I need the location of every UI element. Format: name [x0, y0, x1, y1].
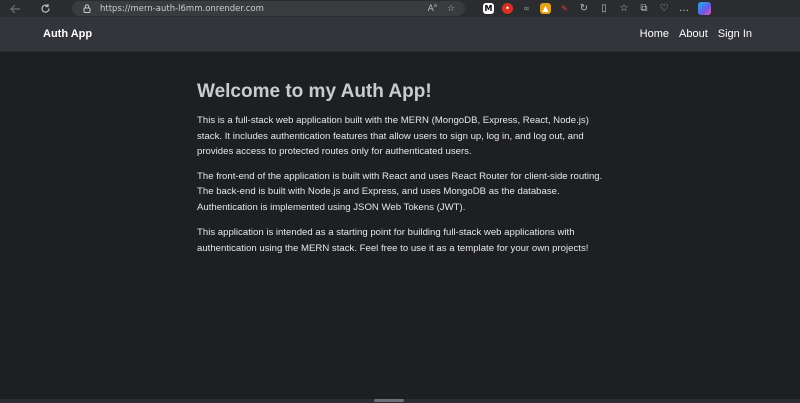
extension-m-icon[interactable]: M: [483, 3, 494, 14]
nav-link-about[interactable]: About: [679, 28, 708, 40]
more-icon[interactable]: …: [678, 3, 690, 14]
collections-icon[interactable]: ⧉: [638, 3, 650, 14]
extension-pen-icon[interactable]: ✎: [559, 3, 570, 14]
extension-red-icon[interactable]: •: [502, 3, 513, 14]
browser-toolbar: https://mern-auth-l6mm.onrender.com Aa ☆…: [0, 0, 800, 17]
heart-icon[interactable]: ♡: [658, 3, 670, 14]
address-bar[interactable]: https://mern-auth-l6mm.onrender.com Aa ☆: [72, 1, 465, 16]
nav-links: Home About Sign In: [640, 28, 752, 40]
horizontal-scrollbar[interactable]: [374, 399, 404, 402]
refresh-extension-icon[interactable]: ↻: [578, 3, 590, 14]
extension-yellow-icon[interactable]: ▲: [540, 3, 551, 14]
app-navbar: Auth App Home About Sign In: [0, 17, 800, 52]
frontend-paragraph: The front-end of the application is buil…: [197, 170, 603, 213]
split-screen-icon[interactable]: ▯: [598, 3, 610, 14]
main-content: Welcome to my Auth App! This is a full-s…: [197, 79, 607, 256]
page-title: Welcome to my Auth App!: [197, 81, 432, 102]
copilot-icon[interactable]: [698, 2, 711, 15]
extension-glasses-icon[interactable]: ∞: [521, 3, 532, 14]
favorite-star-icon[interactable]: ☆: [447, 4, 455, 14]
url-text[interactable]: https://mern-auth-l6mm.onrender.com: [100, 4, 264, 14]
nav-link-sign-in[interactable]: Sign In: [718, 28, 752, 40]
refresh-icon[interactable]: [36, 0, 54, 17]
back-icon[interactable]: [6, 0, 24, 17]
read-aloud-icon[interactable]: Aa: [428, 3, 437, 14]
favorites-icon[interactable]: ☆: [618, 3, 630, 14]
intro-paragraph: This is a full-stack web application bui…: [197, 115, 589, 157]
brand-logo[interactable]: Auth App: [43, 28, 92, 40]
lock-icon[interactable]: [80, 4, 94, 13]
nav-link-home[interactable]: Home: [640, 28, 669, 40]
purpose-paragraph: This application is intended as a starti…: [197, 227, 589, 254]
